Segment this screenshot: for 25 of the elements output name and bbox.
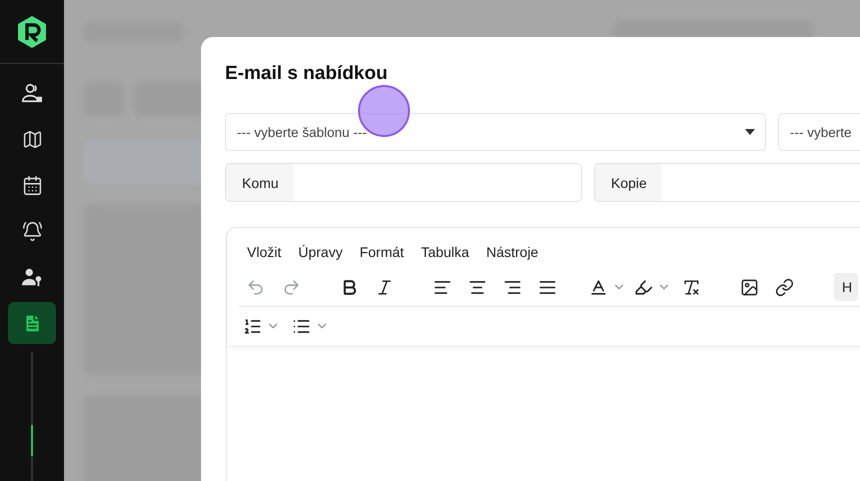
image-icon [740, 278, 758, 296]
text-color-icon [589, 278, 608, 296]
heading-button[interactable]: H [834, 273, 858, 301]
redo-icon [282, 278, 300, 296]
calendar-icon [22, 174, 42, 196]
person-icon [21, 82, 43, 104]
template-select[interactable]: --- vyberte šablonu --- [225, 113, 766, 151]
clear-format-icon [682, 278, 700, 296]
template-select[interactable]: --- vyberte [778, 113, 860, 151]
menu-item[interactable]: Formát [352, 244, 412, 260]
person-key-icon [21, 266, 43, 288]
touch-indicator [358, 85, 410, 137]
logo-icon [18, 16, 46, 48]
undo-icon [246, 278, 264, 296]
menu-item[interactable]: Nástroje [478, 244, 546, 260]
link-icon [774, 278, 794, 296]
numbered-list-icon [243, 316, 262, 336]
menu-item[interactable]: Tabulka [412, 244, 478, 260]
bell-icon [22, 220, 42, 242]
dialog-title: E-mail s nabídkou [225, 62, 389, 86]
menu-item[interactable]: Vložit [239, 244, 290, 260]
caret-icon [745, 129, 755, 135]
highlighter-icon [634, 278, 653, 296]
menu-item[interactable]: Úpravy [290, 244, 351, 260]
map-icon [22, 128, 42, 150]
